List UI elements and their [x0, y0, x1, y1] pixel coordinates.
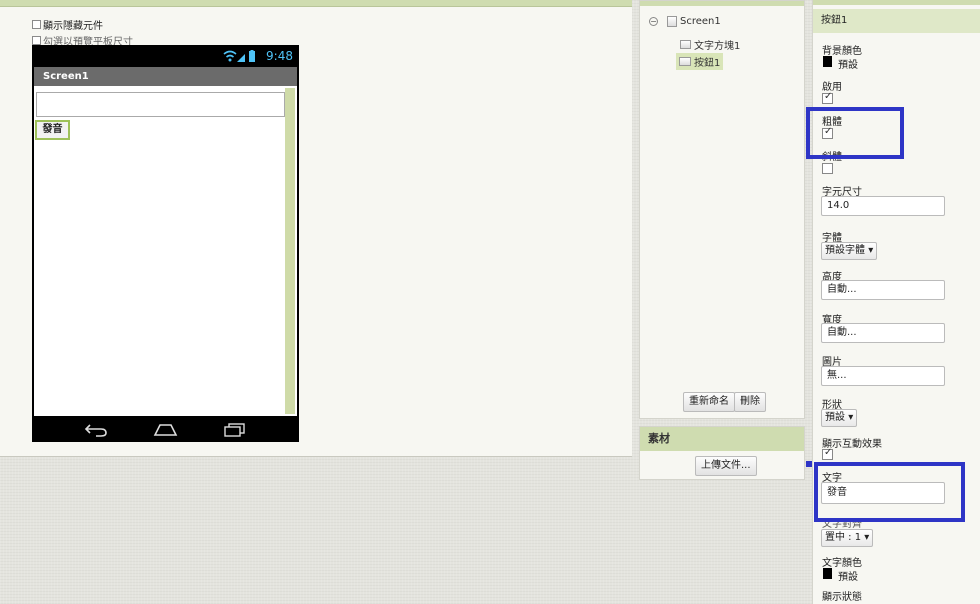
dropdown-arrow-icon: ▾ — [864, 532, 870, 543]
button-icon — [679, 57, 691, 66]
nav-bar — [32, 416, 299, 442]
upload-file-button[interactable]: 上傳文件... — [695, 456, 757, 476]
screen-title-bar: Screen1 — [34, 67, 297, 86]
tree-node-screen1[interactable]: − Screen1 — [649, 16, 721, 27]
selected-component-name: 按鈕1 — [813, 9, 980, 33]
tree-node-button1[interactable]: 按鈕1 — [676, 53, 724, 70]
align-select-value: 置中 : 1 — [825, 532, 862, 543]
phone-preview: 9:48 Screen1 發音 — [32, 45, 299, 442]
fontsize-input[interactable]: 14.0 — [821, 196, 945, 216]
collapse-icon[interactable]: − — [649, 17, 658, 26]
tree-node-textbox1[interactable]: 文字方塊1 — [680, 37, 740, 52]
dropdown-arrow-icon: ▾ — [868, 245, 874, 256]
show-hidden-label: 顯示隱藏元件 — [43, 21, 103, 32]
bgcolor-swatch[interactable] — [823, 56, 832, 67]
rename-button[interactable]: 重新命名 — [683, 392, 735, 412]
components-panel: − Screen1 文字方塊1 按鈕1 重新命名 刪除 — [639, 0, 805, 419]
screen-scrollbar[interactable] — [285, 88, 295, 414]
tree-node-label: Screen1 — [680, 16, 721, 27]
media-title: 素材 — [640, 427, 804, 451]
shape-select-value: 預設 — [825, 412, 845, 423]
phone-screen: 發音 — [34, 86, 297, 416]
tree-node-label: 按鈕1 — [694, 58, 721, 69]
width-input[interactable]: 自動... — [821, 323, 945, 343]
show-hidden-toggle[interactable]: 顯示隱藏元件 — [32, 17, 103, 32]
visible-label: 顯示狀態 — [822, 592, 862, 603]
shape-select[interactable]: 預設 ▾ — [821, 409, 858, 427]
screen-icon — [667, 16, 677, 27]
feedback-checkbox[interactable] — [822, 447, 833, 460]
components-header-bar — [640, 1, 804, 6]
media-panel: 素材 上傳文件... — [639, 426, 805, 480]
font-select-value: 預設字體 — [825, 245, 865, 256]
image-input[interactable]: 無... — [821, 366, 945, 386]
height-input[interactable]: 自動... — [821, 280, 945, 300]
status-bar: 9:48 — [32, 45, 299, 67]
italic-checkbox[interactable] — [822, 163, 833, 174]
font-select[interactable]: 預設字體 ▾ — [821, 242, 878, 260]
bgcolor-label: 背景顏色 — [822, 46, 862, 57]
textcolor-label: 文字顏色 — [822, 558, 862, 569]
home-icon — [153, 424, 178, 436]
textbox-icon — [680, 40, 691, 49]
status-icons — [223, 50, 255, 62]
status-time: 9:48 — [266, 49, 293, 63]
enabled-checkbox[interactable] — [822, 91, 833, 104]
textcolor-value[interactable]: 預設 — [838, 568, 858, 583]
preview-button[interactable]: 發音 — [35, 120, 70, 140]
viewer-panel: 顯示隱藏元件 勾選以預覽平板尺寸 9:48 Screen1 發音 — [0, 0, 632, 457]
back-icon — [84, 424, 107, 437]
tree-node-label: 文字方塊1 — [694, 41, 741, 52]
preview-textbox[interactable] — [36, 92, 285, 117]
text-highlight-box — [814, 462, 965, 522]
bold-highlight-box — [806, 107, 904, 159]
bgcolor-value[interactable]: 預設 — [838, 56, 858, 71]
delete-button[interactable]: 刪除 — [734, 392, 766, 412]
recents-icon — [224, 423, 245, 437]
dropdown-arrow-icon: ▾ — [848, 412, 854, 423]
show-hidden-checkbox[interactable] — [32, 20, 41, 29]
viewer-header-bar — [0, 0, 632, 7]
tablet-preview-checkbox[interactable] — [32, 36, 41, 45]
properties-header-bar — [813, 0, 980, 5]
textcolor-swatch[interactable] — [823, 568, 832, 579]
align-select[interactable]: 置中 : 1 ▾ — [821, 529, 874, 547]
